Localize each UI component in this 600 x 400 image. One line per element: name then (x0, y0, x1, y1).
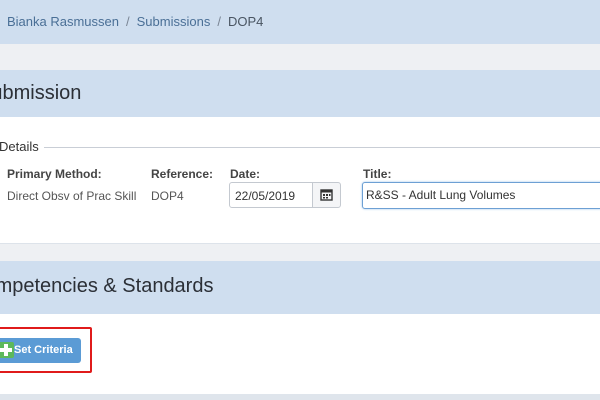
submission-heading: Submission (0, 82, 82, 104)
competencies-panel-header: Competencies & Standards (0, 261, 600, 314)
highlight-box (0, 327, 92, 373)
title-field[interactable]: R&SS - Adult Lung Volumes (362, 182, 600, 209)
title-label: Title: (363, 167, 392, 181)
details-legend: Details (0, 139, 44, 154)
date-field[interactable]: 22/05/2019 (229, 182, 313, 208)
primary-method-label: Primary Method: (7, 167, 102, 181)
breadcrumb-user-link[interactable]: Bianka Rasmussen (7, 14, 119, 29)
breadcrumb: Bianka Rasmussen / Submissions / DOP4 (7, 14, 263, 29)
submission-panel-header: Submission (0, 70, 600, 117)
primary-method-value: Direct Obsv of Prac Skill (7, 189, 137, 203)
reference-value: DOP4 (151, 189, 184, 203)
calendar-button[interactable] (312, 182, 341, 208)
reference-label: Reference: (151, 167, 214, 181)
panel-footer-divider (0, 394, 600, 400)
details-fieldset-border (0, 147, 600, 148)
breadcrumb-separator: / (126, 14, 130, 29)
breadcrumb-current: DOP4 (227, 14, 264, 29)
calendar-icon (320, 189, 333, 201)
breadcrumb-submissions-link[interactable]: Submissions (137, 14, 211, 29)
breadcrumb-bar: Bianka Rasmussen / Submissions / DOP4 (0, 0, 600, 44)
competencies-heading: Competencies & Standards (0, 275, 214, 297)
breadcrumb-separator: / (217, 14, 221, 29)
date-label: Date: (230, 167, 261, 181)
